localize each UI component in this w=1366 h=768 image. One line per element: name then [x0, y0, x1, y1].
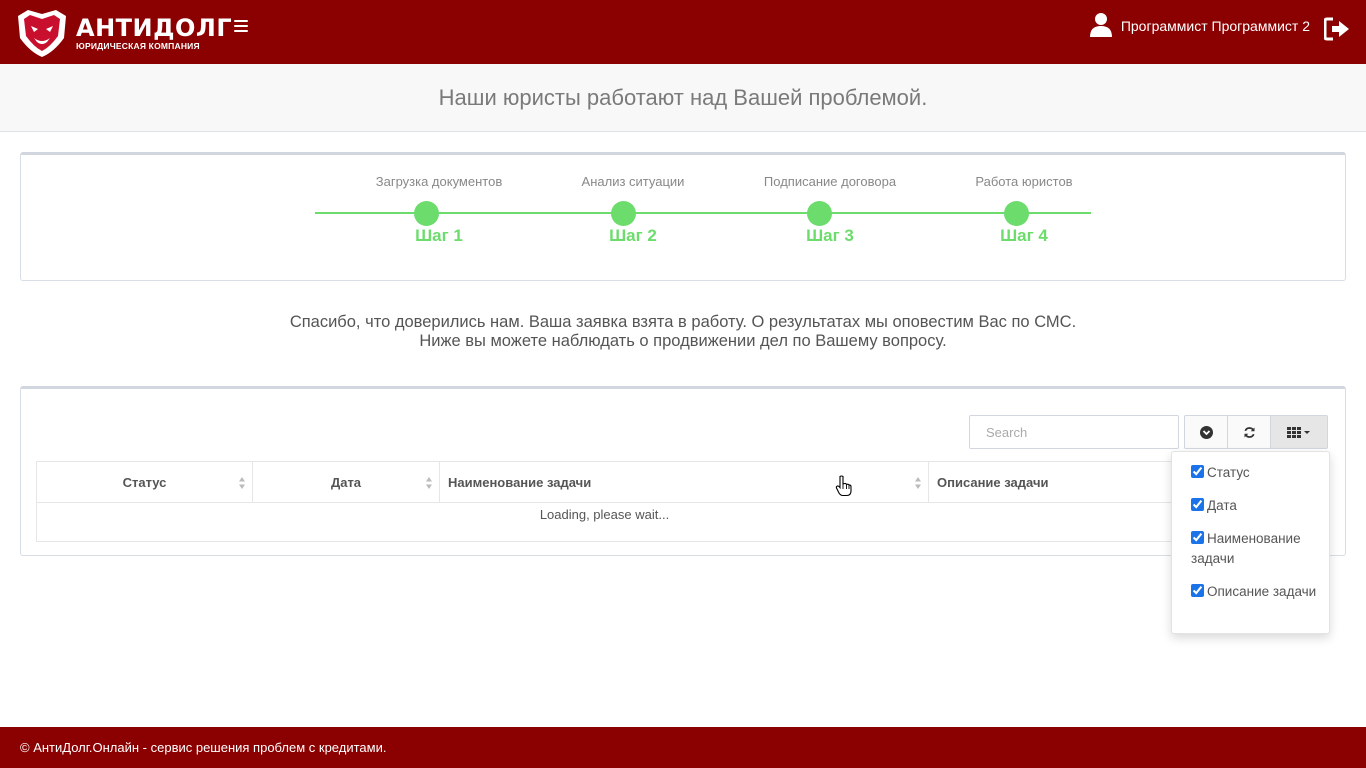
step-label: Шаг 3 [806, 226, 854, 245]
sort-icon [426, 477, 432, 489]
refresh-button[interactable] [1227, 415, 1271, 449]
chevron-circle-down-icon [1199, 425, 1213, 439]
step-dot [611, 201, 636, 226]
refresh-icon [1243, 426, 1255, 438]
column-header-status[interactable]: Статус [36, 461, 253, 503]
user-name: Программист Программист 2 [1120, 18, 1310, 34]
table-header-row: Статус Дата Наименование задачи Описание… [36, 461, 1173, 503]
progress-steps-panel: Загрузка документов Шаг 1 Анализ ситуаци… [20, 152, 1346, 281]
logo-subtitle: ЮРИДИЧЕСКАЯ КОМПАНИЯ [76, 40, 200, 51]
sort-icon [239, 477, 245, 489]
step-caption: Анализ ситуации [581, 174, 685, 189]
footer: © АнтиДолг.Онлайн - сервис решения пробл… [0, 727, 1366, 768]
column-toggle-status[interactable]: Статус [1191, 463, 1321, 483]
menu-toggle-icon[interactable] [234, 20, 248, 34]
columns-grid-icon [1287, 427, 1310, 438]
info-message-line-1: Спасибо, что доверились нам. Ваша заявка… [289, 313, 1077, 331]
top-navbar: АНТИДОЛГ ЮРИДИЧЕСКАЯ КОМПАНИЯ Программис… [0, 0, 1366, 64]
loading-text: Loading, please wait... [36, 502, 1173, 542]
table-loading-row: Loading, please wait... [36, 502, 1173, 542]
user-menu[interactable]: Программист Программист 2 [1089, 13, 1310, 38]
column-toggle-label: Наименование задачи [1191, 531, 1301, 566]
step-caption: Подписание договора [763, 174, 897, 189]
logo-badge-icon [18, 10, 66, 57]
column-checkbox[interactable] [1191, 498, 1204, 511]
hand-cursor-icon [835, 475, 852, 497]
step-label: Шаг 4 [1000, 226, 1048, 245]
toggle-view-button[interactable] [1184, 415, 1228, 449]
progress-steps: Загрузка документов Шаг 1 Анализ ситуаци… [315, 155, 1091, 281]
tasks-table: Статус Дата Наименование задачи Описание… [36, 461, 1173, 542]
step-caption: Загрузка документов [375, 174, 503, 189]
footer-text: © АнтиДолг.Онлайн - сервис решения пробл… [20, 740, 387, 755]
column-checkbox[interactable] [1191, 465, 1204, 478]
column-header-task-name[interactable]: Наименование задачи [439, 461, 929, 503]
column-header-label: Дата [330, 474, 362, 490]
logo[interactable]: АНТИДОЛГ ЮРИДИЧЕСКАЯ КОМПАНИЯ [14, 8, 232, 58]
column-toggle-date[interactable]: Дата [1191, 496, 1321, 516]
page-title: Наши юристы работают над Вашей проблемой… [438, 84, 928, 110]
columns-button[interactable] [1270, 415, 1328, 449]
logo-title: АНТИДОЛГ [76, 13, 233, 42]
search-input[interactable] [969, 415, 1179, 449]
column-toggle-label: Дата [1207, 498, 1237, 513]
info-message: Спасибо, что доверились нам. Ваша заявка… [0, 313, 1366, 351]
table-toolbar [1184, 415, 1328, 449]
step-label: Шаг 2 [609, 226, 657, 245]
step-caption: Работа юристов [975, 174, 1073, 189]
column-toggle-task-description[interactable]: Описание задачи [1191, 582, 1321, 602]
step-dot [807, 201, 832, 226]
column-toggle-task-name[interactable]: Наименование задачи [1191, 529, 1321, 569]
step-dot [1004, 201, 1029, 226]
user-icon [1089, 13, 1112, 37]
column-toggle-label: Статус [1207, 465, 1250, 480]
tasks-table-panel: Статус Дата Наименование задачи Описание… [20, 386, 1346, 556]
column-header-task-description[interactable]: Описание задачи [928, 461, 1173, 503]
column-header-label: Статус [122, 474, 167, 490]
info-message-line-2: Ниже вы можете наблюдать о продвижении д… [419, 332, 947, 350]
step-label: Шаг 1 [415, 226, 463, 245]
column-header-label: Наименование задачи [448, 474, 592, 490]
step-dot [414, 201, 439, 226]
column-checkbox[interactable] [1191, 584, 1204, 597]
sort-icon [915, 477, 921, 489]
logout-icon[interactable] [1324, 17, 1350, 41]
page-subheader: Наши юристы работают над Вашей проблемой… [0, 64, 1366, 132]
column-header-date[interactable]: Дата [252, 461, 440, 503]
column-header-label: Описание задачи [937, 474, 1049, 490]
column-toggle-label: Описание задачи [1207, 584, 1317, 599]
column-checkbox[interactable] [1191, 531, 1204, 544]
columns-dropdown: Статус Дата Наименование задачи Описание… [1171, 451, 1330, 634]
